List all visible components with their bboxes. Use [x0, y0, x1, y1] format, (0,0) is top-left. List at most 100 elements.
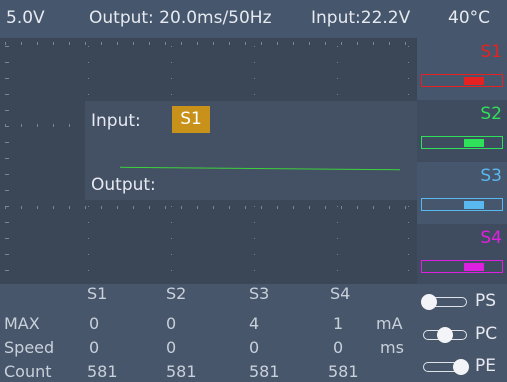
mode-pe-toggle[interactable]: PE [421, 354, 505, 380]
grid-tick-74 [357, 206, 358, 209]
channel-name: S3 [480, 166, 502, 186]
grid-tick-18 [293, 42, 294, 45]
grid-tick-145 [171, 222, 172, 223]
grid-tick-146 [171, 238, 172, 239]
grid-tick-28 [37, 124, 38, 127]
grid-tick-29 [53, 124, 54, 127]
grid-tick-181 [408, 78, 409, 79]
speed-unit: ms [380, 338, 404, 357]
grid-tick-122 [88, 94, 89, 95]
grid-tick-12 [197, 42, 198, 45]
grid-tick-129 [88, 206, 89, 207]
channel-level-bar[interactable] [421, 136, 503, 149]
grid-tick-121 [88, 78, 89, 79]
grid-tick-130 [88, 222, 89, 223]
mode-ps-label: PS [475, 291, 497, 311]
grid-tick-112 [5, 174, 9, 175]
grid-tick-115 [5, 222, 9, 223]
grid-tick-1 [21, 42, 22, 45]
grid-tick-54 [37, 206, 38, 209]
grid-tick-16 [261, 42, 262, 45]
grid-tick-53 [21, 206, 22, 209]
grid-tick-73 [341, 206, 342, 209]
channel-level-fill [464, 201, 484, 209]
toggle-knob[interactable] [453, 359, 469, 375]
grid-tick-133 [88, 270, 89, 271]
grid-tick-65 [213, 206, 214, 209]
grid-tick-24 [389, 42, 390, 45]
grid-tick-23 [373, 42, 374, 45]
mode-pe-label: PE [475, 356, 496, 376]
channel-level-bar[interactable] [421, 260, 503, 273]
grid-tick-55 [53, 206, 54, 209]
channel-level-bar[interactable] [421, 198, 503, 211]
grid-tick-177 [337, 254, 338, 255]
input-channel-badge[interactable]: S1 [172, 106, 210, 133]
grid-tick-113 [5, 190, 9, 191]
grid-tick-116 [5, 238, 9, 239]
col-header-s3: S3 [249, 284, 270, 303]
grid-tick-148 [171, 270, 172, 271]
grid-tick-76 [389, 206, 390, 209]
grid-tick-180 [408, 62, 409, 63]
channel-s3[interactable]: S3 [417, 162, 507, 224]
mode-pc-label: PC [475, 324, 498, 344]
grid-tick-59 [117, 206, 118, 209]
channel-name: S1 [480, 42, 502, 62]
mode-pc-toggle[interactable]: PC [421, 322, 505, 348]
channel-s2[interactable]: S2 [417, 100, 507, 162]
routing-panel: Input: S1 Output: [85, 101, 417, 200]
grid-tick-19 [309, 42, 310, 45]
grid-tick-2 [37, 42, 38, 45]
grid-tick-166 [337, 78, 338, 79]
grid-tick-179 [408, 46, 409, 47]
channel-level-fill [464, 77, 484, 85]
channel-level-bar[interactable] [421, 74, 503, 87]
grid-tick-25 [405, 42, 406, 45]
grid-tick-61 [149, 206, 150, 209]
grid-tick-174 [337, 206, 338, 207]
grid-tick-176 [337, 238, 338, 239]
grid-tick-21 [341, 42, 342, 45]
grid-tick-117 [5, 254, 9, 255]
speed-s1: 0 [89, 338, 100, 357]
grid-tick-5 [85, 42, 86, 45]
output-label: Output: [91, 175, 156, 195]
grid-tick-178 [337, 270, 338, 271]
grid-tick-104 [5, 46, 9, 47]
speed-s2: 0 [166, 338, 177, 357]
grid-tick-4 [69, 42, 70, 45]
toggle-knob[interactable] [421, 294, 437, 310]
grid-tick-135 [171, 62, 172, 63]
grid-tick-9 [149, 42, 150, 45]
channel-s4[interactable]: S4 [417, 224, 507, 286]
grid-tick-149 [254, 46, 255, 47]
grid-tick-64 [197, 206, 198, 209]
grid-tick-136 [171, 78, 172, 79]
grid-tick-190 [408, 222, 409, 223]
mode-ps-toggle[interactable]: PS [421, 289, 505, 315]
grid-tick-192 [408, 254, 409, 255]
mode-toggles: PS PC PE [417, 284, 507, 382]
grid-tick-62 [165, 206, 166, 209]
grid-tick-151 [254, 78, 255, 79]
channel-level-fill [464, 263, 484, 271]
grid-tick-119 [88, 46, 89, 47]
grid-tick-159 [254, 206, 255, 207]
grid-tick-108 [5, 110, 9, 111]
max-s1: 0 [89, 314, 100, 333]
status-bar: 5.0V Output: 20.0ms/50Hz Input:22.2V 40°… [0, 0, 507, 38]
grid-tick-66 [229, 206, 230, 209]
grid-tick-191 [408, 238, 409, 239]
speed-s3: 0 [249, 338, 260, 357]
channel-s1[interactable]: S1 [417, 38, 507, 100]
grid-tick-57 [85, 206, 86, 209]
toggle-knob[interactable] [437, 327, 453, 343]
channel-level-fill [464, 139, 484, 147]
grid-tick-77 [405, 206, 406, 209]
grid-tick-137 [171, 94, 172, 95]
speed-s4: 0 [333, 338, 344, 357]
count-s2: 581 [166, 362, 197, 381]
measurement-readout: S1 S2 S3 S4 MAX 0 0 4 1 mA Speed 0 0 0 0… [0, 284, 417, 382]
grid-tick-6 [101, 42, 102, 45]
